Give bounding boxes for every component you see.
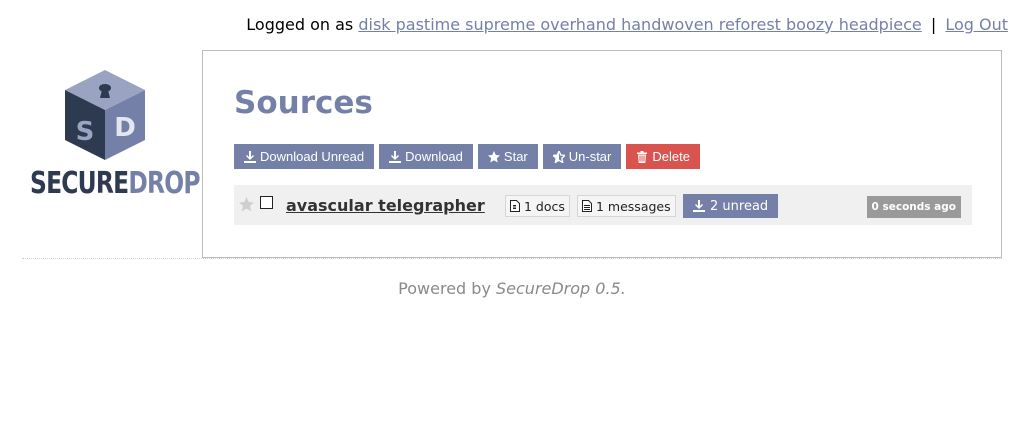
footer: Powered by SecureDrop 0.5. xyxy=(0,279,1024,298)
message-file-icon xyxy=(582,200,592,212)
messages-count-badge: 1 messages xyxy=(577,195,676,217)
logo-cube-letter-s: S xyxy=(76,117,95,147)
star-button[interactable]: Star xyxy=(477,144,538,169)
footer-product: SecureDrop 0.5. xyxy=(496,279,626,298)
file-icon xyxy=(510,200,520,212)
username-link[interactable]: disk pastime supreme overhand handwoven … xyxy=(358,15,921,34)
logo-word-secure: SECURE xyxy=(30,166,129,201)
sources-panel: Sources Download Unread Download Star Un… xyxy=(202,50,1002,258)
star-icon xyxy=(487,150,500,162)
securedrop-logo[interactable]: S D SECUREDROP xyxy=(24,66,200,216)
download-unread-button[interactable]: Download Unread xyxy=(234,144,375,169)
delete-label: Delete xyxy=(652,149,690,164)
source-select-checkbox[interactable] xyxy=(260,196,273,209)
unread-count-label: 2 unread xyxy=(710,198,769,214)
logout-link[interactable]: Log Out xyxy=(945,15,1008,34)
logo-cube-icon: S D xyxy=(65,70,145,160)
logo-word-drop: DROP xyxy=(128,166,200,201)
messages-count-label: 1 messages xyxy=(596,198,671,214)
download-icon xyxy=(693,200,705,212)
separator: | xyxy=(930,15,937,34)
trash-icon xyxy=(637,150,648,163)
bulk-actions-toolbar: Download Unread Download Star Un-star De… xyxy=(234,144,700,169)
docs-count-badge: 1 docs xyxy=(505,195,570,217)
star-label: Star xyxy=(503,149,528,164)
download-label: Download xyxy=(405,149,463,164)
logged-on-label: Logged on as xyxy=(246,15,354,34)
docs-count-label: 1 docs xyxy=(524,198,565,214)
logo-wordmark: SECUREDROP xyxy=(30,166,200,201)
unstar-label: Un-star xyxy=(568,149,612,164)
header-divider xyxy=(22,258,1002,259)
download-icon xyxy=(244,150,256,163)
last-updated-badge: 0 seconds ago xyxy=(866,196,961,218)
logo-cube-letter-d: D xyxy=(114,113,136,143)
download-icon xyxy=(389,150,402,163)
unstar-icon xyxy=(552,150,565,163)
source-name-link[interactable]: avascular telegrapher xyxy=(286,196,485,215)
footer-powered-by: Powered by xyxy=(398,279,491,298)
login-bar: Logged on as disk pastime supreme overha… xyxy=(246,15,1008,34)
delete-button[interactable]: Delete xyxy=(626,144,700,169)
page-title: Sources xyxy=(234,85,373,121)
download-unread-label: Download Unread xyxy=(260,149,365,164)
download-unread-source-button[interactable]: 2 unread xyxy=(683,194,779,218)
source-row: avascular telegrapher 1 docs 1 messages … xyxy=(234,185,972,225)
unstar-button[interactable]: Un-star xyxy=(542,144,622,169)
star-toggle-icon[interactable] xyxy=(239,197,254,212)
download-button[interactable]: Download xyxy=(379,144,473,169)
